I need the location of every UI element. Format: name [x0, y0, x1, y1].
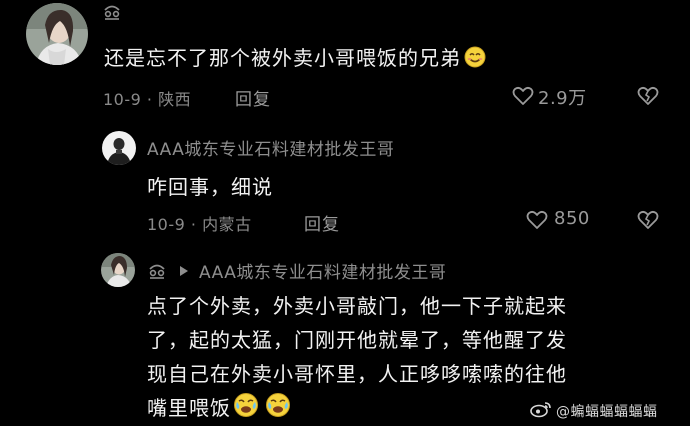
comment-meta: 10-9 · 内蒙古: [147, 211, 252, 235]
comment-text-line: 嘴里喂饭: [147, 392, 291, 421]
weibo-logo-icon: [530, 400, 552, 418]
smile-emoji-icon: [464, 46, 486, 68]
reply-arrow-icon: [179, 265, 189, 277]
fan-badge-icon: [102, 4, 122, 20]
reply-button[interactable]: 回复: [304, 210, 340, 235]
comment-body: 还是忘不了那个被外卖小哥喂饭的兄弟: [104, 46, 461, 70]
comment-date: 10-9: [147, 215, 186, 234]
like-count: 850: [554, 208, 590, 229]
username[interactable]: AAA城东专业石料建材批发王哥: [147, 135, 394, 160]
comment-location: 内蒙古: [202, 215, 252, 234]
comment-date: 10-9: [103, 90, 142, 109]
reply-to-username[interactable]: AAA城东专业石料建材批发王哥: [199, 258, 446, 283]
comment-text-line: 了，起的太猛，门刚开他就晕了，等他醒了发: [147, 328, 567, 352]
avatar[interactable]: [101, 253, 135, 287]
comment-text-last: 嘴里喂饭: [147, 396, 231, 420]
comment-text-line: 点了个外卖，外卖小哥敲门，他一下子就起来: [147, 294, 567, 318]
avatar[interactable]: [26, 3, 88, 65]
comment-text-line: 现自己在外卖小哥怀里，人正哆哆嗦嗦的往他: [147, 362, 567, 386]
meta-separator: ·: [185, 215, 203, 234]
sweat-cry-emoji-icon: [265, 392, 291, 418]
like-icon[interactable]: [512, 86, 534, 106]
comment-location: 陕西: [158, 90, 192, 109]
fan-badge-icon: [147, 263, 167, 279]
comment-text: 咋回事，细说: [147, 175, 273, 199]
comment-meta: 10-9 · 陕西: [103, 86, 191, 110]
dislike-icon[interactable]: [637, 86, 659, 106]
watermark-text: @蝙蝠蝠蝠蝠蝠: [556, 404, 658, 420]
comment-text: 还是忘不了那个被外卖小哥喂饭的兄弟: [104, 42, 486, 71]
meta-separator: ·: [141, 90, 159, 109]
dislike-icon[interactable]: [637, 210, 659, 230]
sweat-cry-emoji-icon: [233, 392, 259, 418]
like-count: 2.9万: [538, 88, 587, 109]
avatar[interactable]: [102, 131, 136, 165]
like-icon[interactable]: [526, 210, 548, 230]
reply-button[interactable]: 回复: [235, 85, 271, 110]
